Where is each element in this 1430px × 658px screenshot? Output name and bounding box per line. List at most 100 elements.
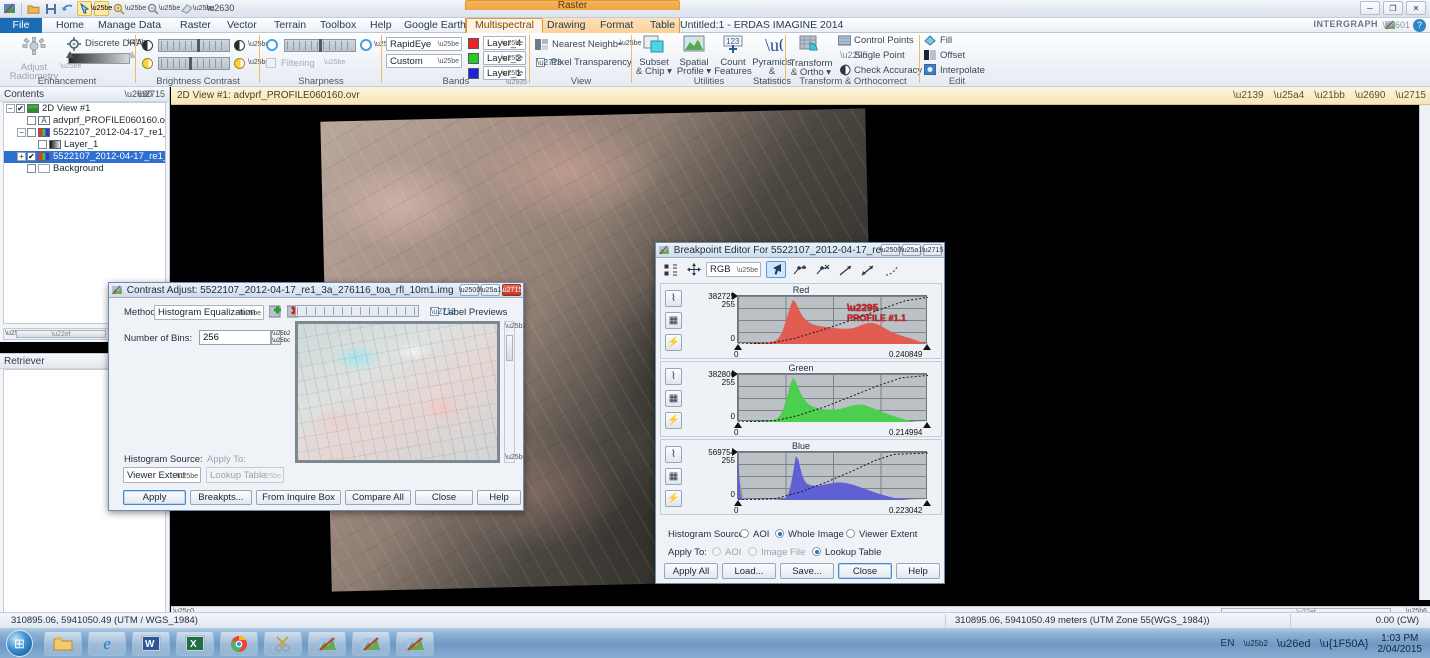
- tab-format[interactable]: Format: [592, 18, 641, 33]
- table-icon[interactable]: ▦: [665, 390, 682, 407]
- layer-visibility-checkbox[interactable]: ✔: [27, 152, 36, 161]
- histogram-source-radio-whole-image[interactable]: [775, 529, 784, 538]
- brightness-reset-icon[interactable]: [234, 58, 245, 72]
- reset-icon[interactable]: ⚡: [665, 334, 682, 351]
- contrast-slider[interactable]: [158, 39, 230, 52]
- close-button[interactable]: \u2715: [923, 244, 942, 256]
- table-icon[interactable]: ▦: [665, 468, 682, 485]
- add-method-icon[interactable]: [269, 305, 283, 322]
- layer-visibility-checkbox[interactable]: [38, 140, 47, 149]
- info-icon[interactable]: \u2139: [1233, 87, 1264, 105]
- taskbar-item-erdas-3[interactable]: [396, 631, 434, 656]
- label-previews-checkbox[interactable]: \u2713: [430, 307, 439, 316]
- check-accuracy-label[interactable]: Check Accuracy: [854, 65, 922, 76]
- tree-expander-icon[interactable]: −: [6, 104, 15, 113]
- taskbar-item-erdas-1[interactable]: [308, 631, 346, 656]
- pixel-transparency-checkbox[interactable]: \u2713: [536, 58, 545, 67]
- show-hidden-icon[interactable]: \u25b2: [1243, 639, 1267, 648]
- histogram-source-combo[interactable]: Viewer Extent\u25be: [123, 467, 201, 483]
- restore-button[interactable]: ❐: [1383, 1, 1403, 15]
- histogram-source-radio-aoi[interactable]: [740, 529, 749, 538]
- taskbar-item-word[interactable]: W: [132, 631, 170, 656]
- tab-google-earth[interactable]: Google Earth: [396, 18, 474, 33]
- contents-tree-item[interactable]: −✔2D View #1: [4, 103, 165, 115]
- close-button[interactable]: Close: [838, 563, 892, 579]
- histogram-max-handle[interactable]: [923, 344, 931, 350]
- layer-visibility-checkbox[interactable]: [27, 128, 36, 137]
- select-arrow-icon[interactable]: [766, 261, 786, 278]
- from-inquire-box-button[interactable]: From Inquire Box: [256, 490, 341, 505]
- dra-left-handle[interactable]: [66, 51, 74, 58]
- save-icon[interactable]: [43, 1, 58, 16]
- sharpness-slider[interactable]: [284, 39, 356, 52]
- reset-icon[interactable]: ⚡: [665, 490, 682, 507]
- open-icon[interactable]: [26, 1, 41, 16]
- tab-raster[interactable]: Raster: [172, 18, 219, 33]
- bands-dialog-launcher-icon[interactable]: \u2935: [506, 79, 527, 86]
- apply-button[interactable]: Apply: [123, 490, 186, 505]
- pin-icon[interactable]: \u2690: [1355, 87, 1386, 105]
- taskbar-item-snipping-tool[interactable]: [264, 631, 302, 656]
- bins-input[interactable]: [199, 330, 271, 345]
- scroll-left-arrow-icon[interactable]: \u25c0: [5, 330, 15, 338]
- control-points-label[interactable]: Control Points: [854, 35, 914, 46]
- tab-table[interactable]: Table: [642, 18, 683, 33]
- taskbar-item-erdas-2[interactable]: [352, 631, 390, 656]
- cloud-icon[interactable]: \u2601: [1382, 20, 1410, 30]
- dropdown-icon[interactable]: \u25be: [94, 1, 109, 16]
- stepper-up-icon[interactable]: \u25b2: [272, 331, 280, 338]
- sensor-combo[interactable]: RapidEye\u25be: [386, 37, 462, 51]
- close-icon[interactable]: \u2715: [137, 87, 165, 102]
- load-button[interactable]: Load...: [722, 563, 776, 579]
- contents-tree-item[interactable]: Background: [4, 163, 165, 175]
- reset-icon[interactable]: ⚡: [665, 412, 682, 429]
- tree-expander-icon[interactable]: −: [17, 128, 26, 137]
- breakpoint-table-icon[interactable]: [662, 262, 679, 277]
- contents-tree-item[interactable]: Aadvprf_PROFILE060160.ovr: [4, 115, 165, 127]
- spatial-profile-button[interactable]: Spatial Profile ▾: [674, 35, 714, 77]
- contents-tree-item[interactable]: Layer_1: [4, 139, 165, 151]
- tab-multispectral[interactable]: Multispectral: [466, 18, 543, 33]
- offset-label[interactable]: Offset: [940, 50, 965, 61]
- preview-strip[interactable]: [295, 305, 419, 317]
- histogram-max-handle[interactable]: [923, 500, 931, 506]
- chevron-down-icon[interactable]: \u25be: [128, 1, 143, 16]
- contents-tree-item[interactable]: −5522107_2012-04-17_re1_3: [4, 127, 165, 139]
- brightness-slider[interactable]: [158, 57, 230, 70]
- network-icon[interactable]: \u26ed: [1277, 638, 1311, 650]
- contrast-reset-icon[interactable]: [234, 40, 245, 54]
- scroll-up-arrow-icon[interactable]: \u25b2: [505, 323, 514, 330]
- close-button[interactable]: \u2715: [502, 284, 521, 296]
- help-button[interactable]: Help: [896, 563, 940, 579]
- preset-combo[interactable]: Custom\u25be: [386, 54, 462, 68]
- add-breakpoint-icon[interactable]: [791, 262, 808, 277]
- preview-vscrollbar[interactable]: \u25b2 \u25bc: [504, 321, 515, 463]
- histogram-plot[interactable]: [737, 451, 927, 499]
- method-combo[interactable]: Histogram Equalization\u25be: [154, 305, 264, 320]
- volume-icon[interactable]: \u{1F50A}: [1320, 638, 1369, 650]
- compare-all-button[interactable]: Compare All: [345, 490, 411, 505]
- histogram-source-radio-viewer-extent[interactable]: [846, 529, 855, 538]
- contents-tree-item[interactable]: +✔5522107_2012-04-17_re1_3: [4, 151, 165, 163]
- apply-to-radio-lookup-table[interactable]: [812, 547, 821, 556]
- taskbar-item-internet-explorer[interactable]: e: [88, 631, 126, 656]
- minimize-button[interactable]: \u2500: [460, 284, 479, 296]
- start-button[interactable]: ⊞: [6, 630, 33, 657]
- scroll-down-arrow-icon[interactable]: \u25bc: [505, 454, 514, 461]
- slope-down-icon[interactable]: [859, 262, 876, 277]
- tab-vector[interactable]: Vector: [219, 18, 265, 33]
- tab-drawing[interactable]: Drawing: [539, 18, 594, 33]
- tree-expander-icon[interactable]: +: [17, 152, 26, 161]
- zoom-out-icon[interactable]: [145, 1, 160, 16]
- band-combo-red[interactable]: Layer_4\u25be: [483, 36, 526, 50]
- brightness-icon[interactable]: [142, 58, 153, 72]
- taskbar-item-explorer[interactable]: [44, 631, 82, 656]
- refresh-icon[interactable]: \u21bb: [1314, 87, 1345, 105]
- tab-home[interactable]: Home: [48, 18, 92, 33]
- subset-chip-button[interactable]: Subset & Chip ▾: [634, 35, 674, 77]
- customize-toolbar-icon[interactable]: \u2630: [213, 1, 228, 16]
- count-features-button[interactable]: 123 Count Features: [714, 35, 752, 77]
- clock[interactable]: 1:03 PM 2/04/2015: [1378, 633, 1423, 655]
- save-button[interactable]: Save...: [780, 563, 834, 579]
- interpolate-label[interactable]: Interpolate: [940, 65, 985, 76]
